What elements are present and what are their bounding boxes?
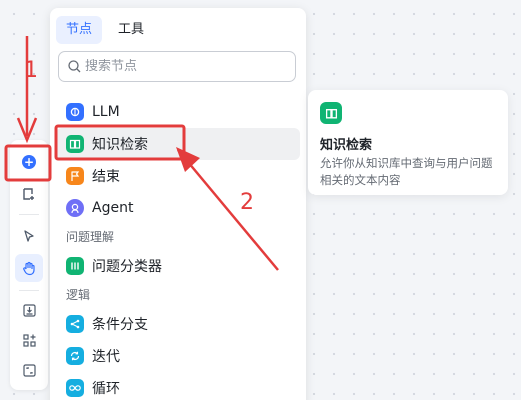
export-image-button[interactable] <box>15 296 43 324</box>
node-item-if-else[interactable]: 条件分支 <box>56 308 300 340</box>
tab-tools[interactable]: 工具 <box>108 16 154 44</box>
section-heading-logic: 逻辑 <box>66 288 91 302</box>
node-item-label: 知识检索 <box>92 137 148 153</box>
loop-arrows-icon <box>66 347 84 365</box>
node-preview-card: 知识检索 允许你从知识库中查询与用户问题相关的文本内容 <box>308 90 508 195</box>
add-node-button[interactable]: + <box>15 148 43 176</box>
node-item-question-classifier[interactable]: 问题分类器 <box>56 250 300 282</box>
annotation-number-2: 2 <box>240 190 254 215</box>
note-icon <box>23 188 34 200</box>
section-heading-question-understanding: 问题理解 <box>66 230 115 244</box>
grid-add-icon <box>22 333 36 347</box>
brain-icon <box>66 103 84 121</box>
preview-description: 允许你从知识库中查询与用户问题相关的文本内容 <box>320 156 493 187</box>
node-item-label: 结束 <box>92 169 120 185</box>
toolbar-divider <box>19 290 39 291</box>
node-item-label: 迭代 <box>92 349 120 365</box>
node-item-llm[interactable]: LLM <box>56 96 300 128</box>
node-item-label: 问题分类器 <box>92 259 162 275</box>
toolbar-divider <box>19 214 39 215</box>
arrowhead-1 <box>16 117 38 144</box>
node-item-label: LLM <box>92 104 120 120</box>
node-item-end[interactable]: 结束 <box>56 160 300 192</box>
add-note-button[interactable] <box>15 180 43 208</box>
classifier-icon <box>66 257 84 275</box>
organize-layout-button[interactable] <box>15 326 43 354</box>
flag-icon <box>66 167 84 185</box>
cursor-icon <box>24 230 34 242</box>
node-item-knowledge-retrieval[interactable]: 知识检索 <box>56 128 300 160</box>
hand-icon <box>23 261 35 276</box>
node-item-agent[interactable]: Agent <box>56 192 300 224</box>
node-item-loop[interactable]: 循环 <box>56 372 300 400</box>
infinity-icon <box>66 379 84 397</box>
plus-icon: + <box>22 155 36 169</box>
tab-nodes[interactable]: 节点 <box>56 16 103 44</box>
panel-tabs: 节点 工具 <box>56 16 160 44</box>
node-item-iteration[interactable]: 迭代 <box>56 340 300 372</box>
search-icon <box>68 60 81 73</box>
maximize-icon <box>22 363 36 377</box>
node-item-label: 条件分支 <box>92 317 148 333</box>
search-box <box>58 51 296 82</box>
node-item-label: Agent <box>92 200 134 216</box>
pointer-mode-button[interactable] <box>15 222 43 250</box>
node-picker-panel: 节点 工具 LLM 知识检索 结束 Agent 问题理解 <box>50 8 306 400</box>
hand-mode-button[interactable] <box>15 254 43 282</box>
branch-icon <box>66 315 84 333</box>
annotation-number-1: 1 <box>24 58 38 83</box>
search-input[interactable] <box>85 59 275 74</box>
canvas-toolbar: + <box>10 140 48 390</box>
node-item-label: 循环 <box>92 381 120 397</box>
image-export-icon <box>22 303 36 317</box>
preview-title: 知识检索 <box>320 138 373 153</box>
fullscreen-button[interactable] <box>15 356 43 384</box>
robot-icon <box>66 199 84 217</box>
book-icon <box>320 102 342 124</box>
book-icon <box>66 135 84 153</box>
